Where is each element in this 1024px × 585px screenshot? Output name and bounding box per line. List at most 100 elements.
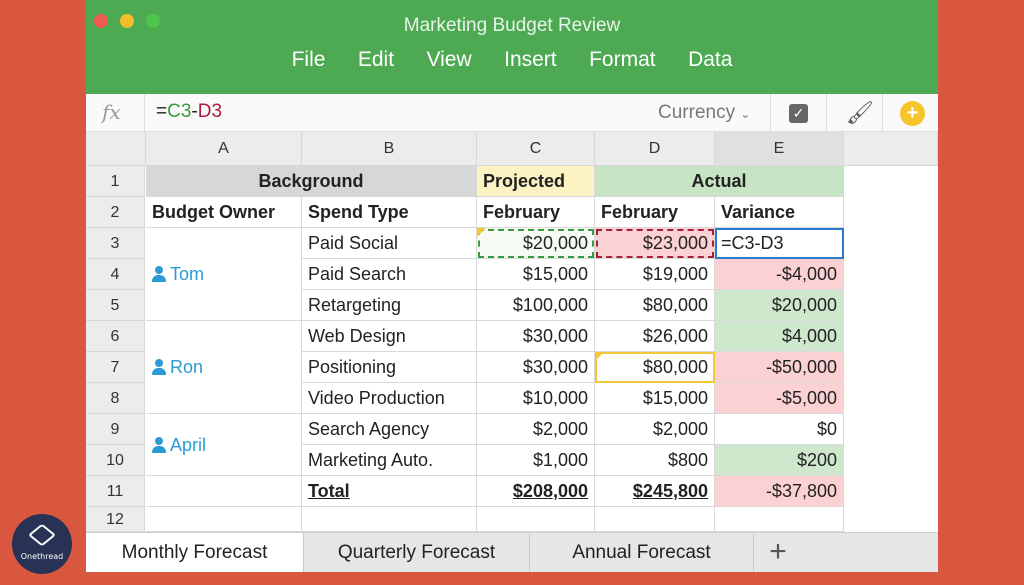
row-header[interactable]: 2 [86, 197, 145, 228]
spend-type-cell[interactable]: Retargeting [302, 290, 477, 321]
variance-cell[interactable]: -$5,000 [715, 383, 844, 414]
spend-type-cell[interactable]: Search Agency [302, 414, 477, 445]
window-title: Marketing Budget Review [403, 15, 621, 36]
header-background[interactable]: Background [146, 166, 477, 197]
empty-cell[interactable] [715, 507, 844, 532]
actual-cell[interactable]: $800 [595, 445, 715, 476]
comment-marker-icon [595, 352, 604, 361]
header-projected[interactable]: Projected [477, 166, 595, 197]
actual-cell[interactable]: $26,000 [595, 321, 715, 352]
actual-total[interactable]: $245,800 [595, 476, 715, 507]
formula-ref-d3: D3 [197, 101, 223, 122]
formula-input[interactable]: =C3-D3 [156, 101, 222, 123]
menu-data[interactable]: Data [688, 48, 732, 72]
spend-type-cell[interactable]: Video Production [302, 383, 477, 414]
header-variance[interactable]: Variance [715, 197, 844, 228]
select-all-corner[interactable] [86, 132, 146, 166]
sheet-tabs: Monthly Forecast Quarterly Forecast Annu… [86, 532, 938, 572]
projected-cell[interactable]: $100,000 [477, 290, 595, 321]
column-header-d[interactable]: D [595, 132, 715, 166]
variance-total[interactable]: -$37,800 [715, 476, 844, 507]
menu-edit[interactable]: Edit [358, 48, 394, 72]
actual-cell-d7[interactable]: $80,000 [595, 352, 715, 383]
empty-cell[interactable] [477, 507, 595, 532]
row-header[interactable]: 11 [86, 476, 145, 507]
projected-cell[interactable]: $30,000 [477, 321, 595, 352]
onethread-logo: Onethread [12, 514, 72, 574]
projected-cell[interactable]: $1,000 [477, 445, 595, 476]
actual-cell[interactable]: $19,000 [595, 259, 715, 290]
actual-cell[interactable]: $2,000 [595, 414, 715, 445]
checkbox-icon[interactable]: ✓ [789, 104, 808, 123]
column-header-a[interactable]: A [146, 132, 302, 166]
column-header-e[interactable]: E [715, 132, 844, 166]
menu-view[interactable]: View [427, 48, 472, 72]
header-actual[interactable]: Actual [595, 166, 844, 197]
spend-type-cell[interactable]: Web Design [302, 321, 477, 352]
actual-cell-d3[interactable]: $23,000 [595, 228, 715, 259]
empty-cell[interactable] [146, 507, 302, 532]
row-header[interactable]: 12 [86, 507, 145, 532]
row-header[interactable]: 1 [86, 166, 145, 197]
projected-cell[interactable]: $30,000 [477, 352, 595, 383]
actual-cell[interactable]: $15,000 [595, 383, 715, 414]
person-icon [152, 359, 166, 375]
cell-value: $80,000 [642, 357, 708, 377]
variance-cell-e3-editing[interactable]: =C3-D3 [715, 228, 844, 259]
empty-cell[interactable] [595, 507, 715, 532]
variance-cell[interactable]: $200 [715, 445, 844, 476]
spreadsheet-grid: A B C D E 1 2 3 4 5 6 7 8 9 10 11 12 Bac… [86, 132, 938, 532]
owner-cell-tom[interactable]: Tom [146, 228, 302, 321]
row-header[interactable]: 6 [86, 321, 145, 352]
column-header-c[interactable]: C [477, 132, 595, 166]
projected-total[interactable]: $208,000 [477, 476, 595, 507]
row-header[interactable]: 7 [86, 352, 145, 383]
variance-cell[interactable]: -$4,000 [715, 259, 844, 290]
add-comment-icon[interactable]: + [900, 101, 925, 126]
tab-annual-forecast[interactable]: Annual Forecast [530, 533, 754, 572]
header-actual-month[interactable]: February [595, 197, 715, 228]
row-header[interactable]: 8 [86, 383, 145, 414]
spend-type-cell[interactable]: Marketing Auto. [302, 445, 477, 476]
empty-cell[interactable] [302, 507, 477, 532]
owner-cell-april[interactable]: April [146, 414, 302, 476]
function-icon[interactable]: fx [102, 100, 121, 124]
total-label[interactable]: Total [302, 476, 477, 507]
menu-format[interactable]: Format [589, 48, 656, 72]
divider [770, 94, 771, 132]
actual-cell[interactable]: $80,000 [595, 290, 715, 321]
projected-cell[interactable]: $2,000 [477, 414, 595, 445]
row-header[interactable]: 4 [86, 259, 145, 290]
spend-type-cell[interactable]: Paid Social [302, 228, 477, 259]
row-header[interactable]: 5 [86, 290, 145, 321]
add-sheet-icon[interactable]: + [761, 533, 795, 572]
formula-bar: fx =C3-D3 Currency ⌄ ✓ 🖌 + [86, 94, 938, 132]
projected-cell[interactable]: $10,000 [477, 383, 595, 414]
menu-file[interactable]: File [292, 48, 326, 72]
row-header[interactable]: 10 [86, 445, 145, 476]
spend-type-cell[interactable]: Paid Search [302, 259, 477, 290]
number-format-label: Currency [658, 102, 736, 123]
menu-insert[interactable]: Insert [504, 48, 557, 72]
row-header[interactable]: 3 [86, 228, 145, 259]
owner-cell-ron[interactable]: Ron [146, 321, 302, 414]
column-header-b[interactable]: B [302, 132, 477, 166]
tab-quarterly-forecast[interactable]: Quarterly Forecast [304, 533, 530, 572]
projected-cell-c3[interactable]: $20,000 [477, 228, 595, 259]
paint-brush-icon[interactable]: 🖌 [846, 100, 874, 126]
projected-cell[interactable]: $15,000 [477, 259, 595, 290]
header-spend-type[interactable]: Spend Type [302, 197, 477, 228]
header-budget-owner[interactable]: Budget Owner [146, 197, 302, 228]
tab-monthly-forecast[interactable]: Monthly Forecast [86, 533, 304, 572]
row-header[interactable]: 9 [86, 414, 145, 445]
owner-name: Ron [170, 357, 204, 377]
variance-cell[interactable]: $4,000 [715, 321, 844, 352]
number-format-dropdown[interactable]: Currency ⌄ [658, 102, 750, 124]
empty-cell[interactable] [146, 476, 302, 507]
variance-cell[interactable]: $20,000 [715, 290, 844, 321]
variance-cell[interactable]: -$50,000 [715, 352, 844, 383]
spend-type-cell[interactable]: Positioning [302, 352, 477, 383]
header-projected-month[interactable]: February [477, 197, 595, 228]
formula-ref-c3: C3 [167, 101, 192, 122]
variance-cell[interactable]: $0 [715, 414, 844, 445]
